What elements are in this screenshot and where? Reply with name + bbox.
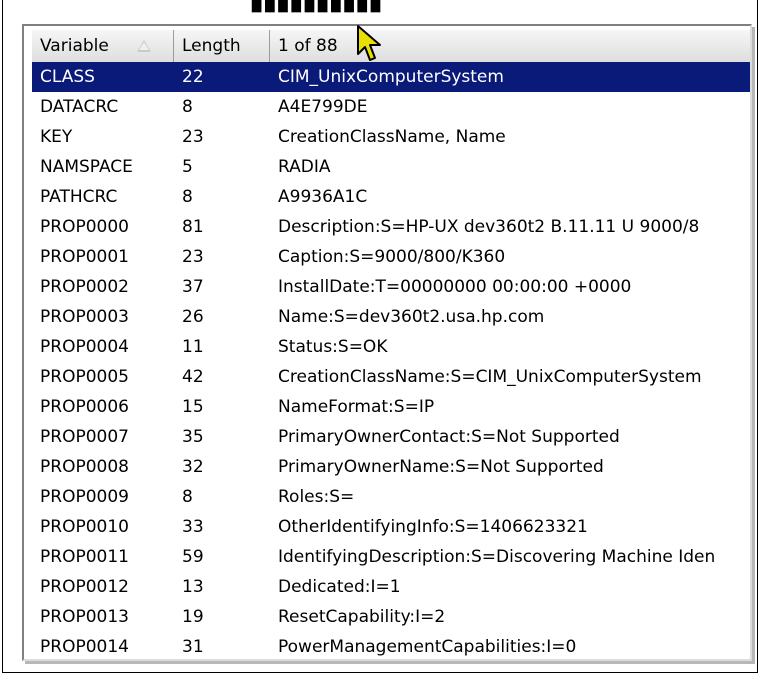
table-row[interactable]: NAMSPACE 5 RADIA xyxy=(32,152,750,182)
cell-value: InstallDate:T=00000000 00:00:00 +0000 xyxy=(278,277,632,297)
cell-length: 5 xyxy=(182,157,193,177)
cell-variable: PROP0013 xyxy=(40,607,129,627)
column-header-variable-label: Variable xyxy=(40,36,109,56)
table-row[interactable]: CLASS 22 CIM_UnixComputerSystem xyxy=(32,62,750,92)
cell-value: ResetCapability:I=2 xyxy=(278,607,446,627)
cell-length: 37 xyxy=(182,277,204,297)
column-header-length[interactable]: Length xyxy=(174,30,270,62)
column-header: Variable Length 1 of 88 xyxy=(32,30,750,63)
clipped-title-text: ▮▮▮▮▮▮▮▮▮▮ xyxy=(250,0,383,15)
cell-value: Description:S=HP-UX dev360t2 B.11.11 U 9… xyxy=(278,217,700,237)
cell-variable: PROP0008 xyxy=(40,457,129,477)
cell-variable: PROP0009 xyxy=(40,487,129,507)
cell-value: Name:S=dev360t2.usa.hp.com xyxy=(278,307,545,327)
column-header-value[interactable]: 1 of 88 xyxy=(270,30,750,62)
cell-variable: DATACRC xyxy=(40,97,119,117)
column-header-value-label: 1 of 88 xyxy=(278,36,338,56)
cell-length: 22 xyxy=(182,67,204,87)
table-row[interactable]: PROP0001 23 Caption:S=9000/800/K360 xyxy=(32,242,750,272)
sort-ascending-icon xyxy=(137,40,151,52)
cell-variable: PROP0005 xyxy=(40,367,129,387)
cell-length: 26 xyxy=(182,307,204,327)
cell-variable: PROP0006 xyxy=(40,397,129,417)
cell-value: A4E799DE xyxy=(278,97,368,117)
cell-variable: NAMSPACE xyxy=(40,157,133,177)
cell-length: 8 xyxy=(182,487,193,507)
cell-value: OtherIdentifyingInfo:S=1406623321 xyxy=(278,517,588,537)
cell-value: IdentifyingDescription:S=Discovering Mac… xyxy=(278,547,716,567)
cell-variable: PROP0002 xyxy=(40,277,129,297)
cell-value: CreationClassName, Name xyxy=(278,127,506,147)
table-row[interactable]: PROP0006 15 NameFormat:S=IP xyxy=(32,392,750,422)
cell-variable: PROP0004 xyxy=(40,337,129,357)
cell-value: Status:S=OK xyxy=(278,337,388,357)
table-row[interactable]: PROP0002 37 InstallDate:T=00000000 00:00:0… xyxy=(32,272,750,302)
table-row[interactable]: PROP0008 32 PrimaryOwnerName:S=Not Support… xyxy=(32,452,750,482)
cell-variable: PROP0001 xyxy=(40,247,129,267)
table-row[interactable]: PROP0011 59 IdentifyingDescription:S=Disco… xyxy=(32,542,750,572)
cell-value: RADIA xyxy=(278,157,331,177)
mouse-pointer-icon xyxy=(357,25,381,61)
cell-length: 33 xyxy=(182,517,204,537)
clipped-title-strip: ▮▮▮▮▮▮▮▮▮▮ xyxy=(0,0,760,16)
cell-variable: CLASS xyxy=(40,67,95,87)
table-row[interactable]: PROP0009 8 Roles:S= xyxy=(32,482,750,512)
cell-value: CreationClassName:S=CIM_UnixComputerSyst… xyxy=(278,367,702,387)
cell-variable: PROP0007 xyxy=(40,427,129,447)
table-row[interactable]: PROP0004 11 Status:S=OK xyxy=(32,332,750,362)
cell-value: NameFormat:S=IP xyxy=(278,397,435,417)
cell-length: 23 xyxy=(182,247,204,267)
cell-variable: PATHCRC xyxy=(40,187,118,207)
cell-value: Dedicated:I=1 xyxy=(278,577,401,597)
table-row[interactable]: PROP0007 35 PrimaryOwnerContact:S=Not Supp… xyxy=(32,422,750,452)
cell-variable: PROP0010 xyxy=(40,517,129,537)
cell-length: 42 xyxy=(182,367,204,387)
table-row[interactable]: PROP0000 81 Description:S=HP-UX dev360t2 B… xyxy=(32,212,750,242)
table-row[interactable]: PROP0010 33 OtherIdentifyingInfo:S=1406623… xyxy=(32,512,750,542)
cell-value: A9936A1C xyxy=(278,187,368,207)
table-row[interactable]: PROP0014 31 PowerManagementCapabilities:I=… xyxy=(32,632,750,659)
cell-length: 15 xyxy=(182,397,204,417)
variable-rows: CLASS 22 CIM_UnixComputerSystem DATACRC 8 A4E… xyxy=(32,62,750,659)
cell-length: 81 xyxy=(182,217,204,237)
column-header-length-label: Length xyxy=(182,36,241,56)
table-row[interactable]: PROP0013 19 ResetCapability:I=2 xyxy=(32,602,750,632)
cell-variable: PROP0011 xyxy=(40,547,129,567)
variable-list-panel[interactable]: Variable Length 1 of 88 CLASS 22 CIM_UnixC… xyxy=(22,24,752,661)
table-row[interactable]: KEY 23 CreationClassName, Name xyxy=(32,122,750,152)
table-row[interactable]: PATHCRC 8 A9936A1C xyxy=(32,182,750,212)
cell-value: Caption:S=9000/800/K360 xyxy=(278,247,506,267)
table-row[interactable]: DATACRC 8 A4E799DE xyxy=(32,92,750,122)
cell-value: CIM_UnixComputerSystem xyxy=(278,67,504,87)
cell-variable: PROP0003 xyxy=(40,307,129,327)
cell-length: 13 xyxy=(182,577,204,597)
cell-variable: KEY xyxy=(40,127,73,147)
table-row[interactable]: PROP0005 42 CreationClassName:S=CIM_UnixCo… xyxy=(32,362,750,392)
cell-length: 11 xyxy=(182,337,204,357)
cell-length: 59 xyxy=(182,547,204,567)
cell-length: 32 xyxy=(182,457,204,477)
table-row[interactable]: PROP0012 13 Dedicated:I=1 xyxy=(32,572,750,602)
cell-length: 19 xyxy=(182,607,204,627)
cell-variable: PROP0014 xyxy=(40,637,129,657)
cell-length: 8 xyxy=(182,187,193,207)
cell-length: 23 xyxy=(182,127,204,147)
cell-length: 8 xyxy=(182,97,193,117)
cell-variable: PROP0000 xyxy=(40,217,129,237)
cell-value: PrimaryOwnerContact:S=Not Supported xyxy=(278,427,620,447)
cell-length: 35 xyxy=(182,427,204,447)
cell-variable: PROP0012 xyxy=(40,577,129,597)
cell-length: 31 xyxy=(182,637,204,657)
cell-value: PrimaryOwnerName:S=Not Supported xyxy=(278,457,604,477)
cell-value: Roles:S= xyxy=(278,487,355,507)
column-header-variable[interactable]: Variable xyxy=(32,30,174,62)
table-row[interactable]: PROP0003 26 Name:S=dev360t2.usa.hp.com xyxy=(32,302,750,332)
cell-value: PowerManagementCapabilities:I=0 xyxy=(278,637,577,657)
